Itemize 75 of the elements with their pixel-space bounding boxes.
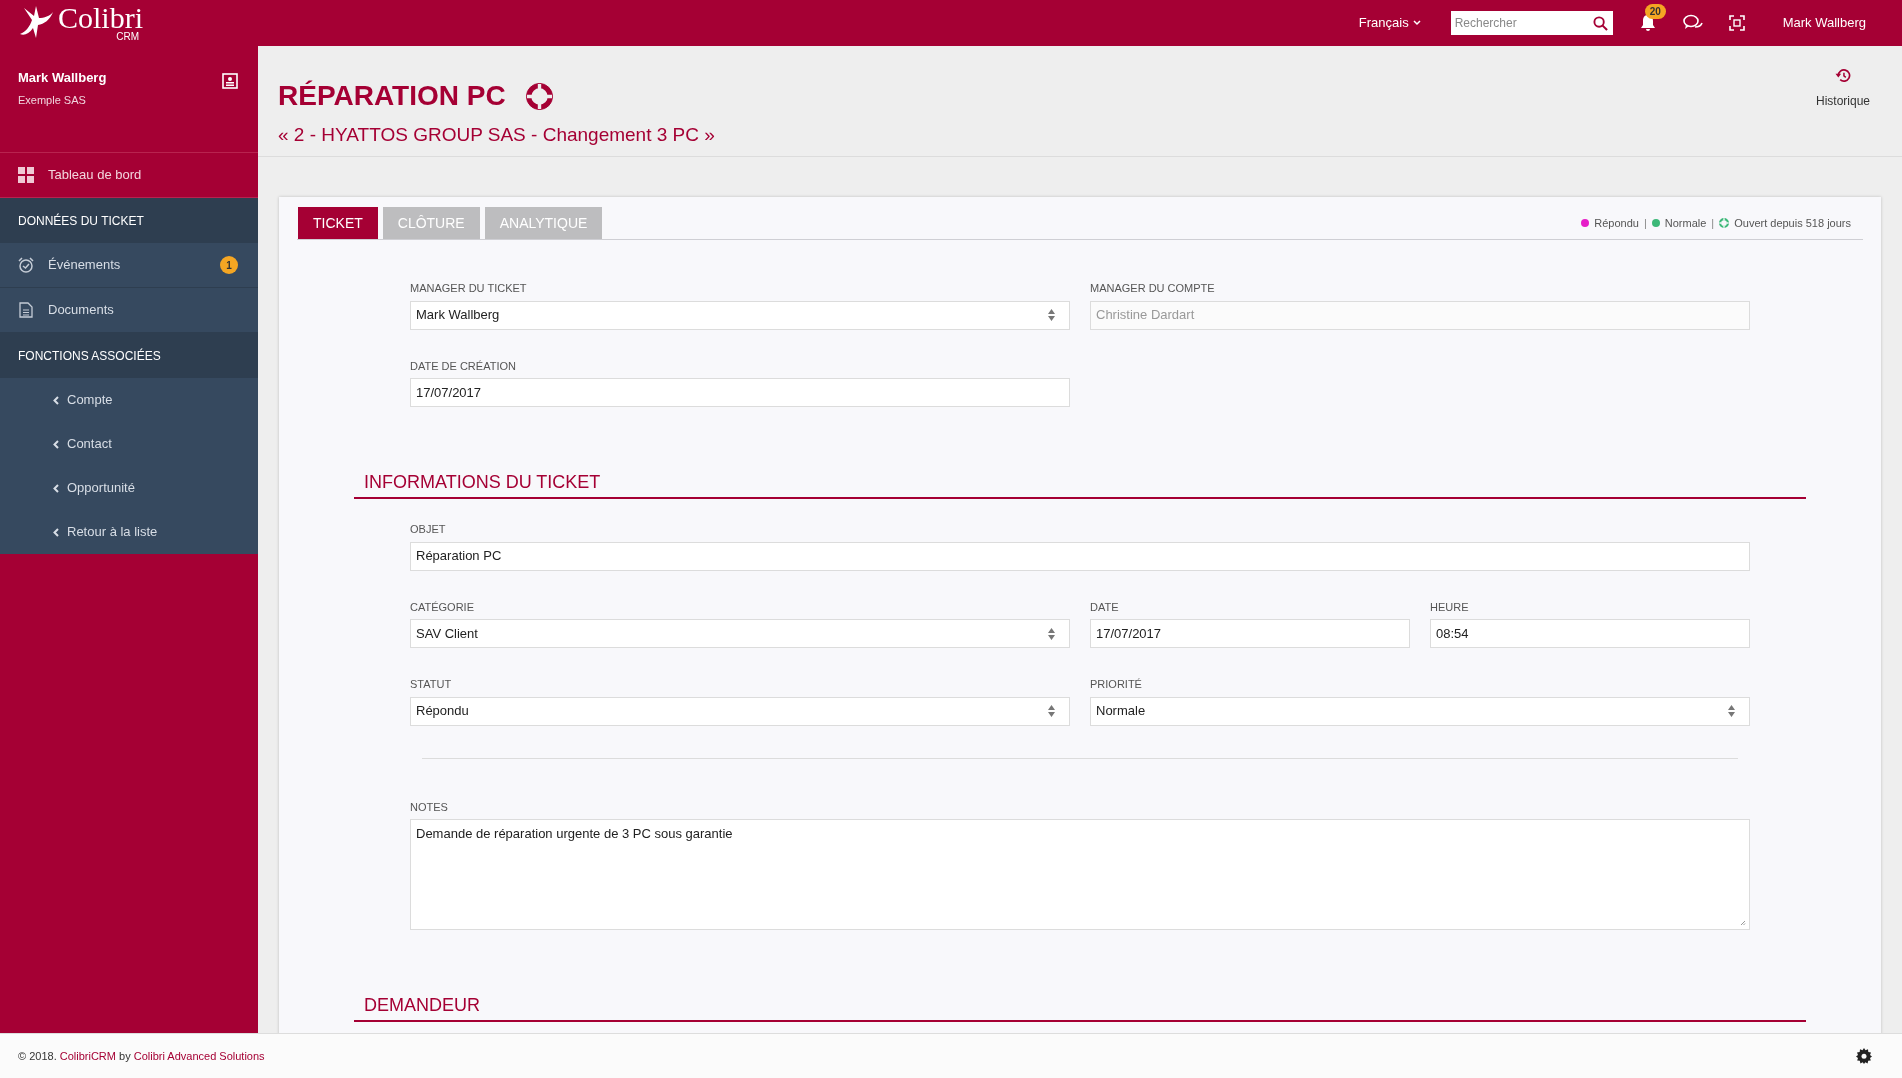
field-label: STATUT	[410, 677, 453, 692]
grid-icon	[18, 167, 34, 183]
section-title: INFORMATIONS DU TICKET	[364, 471, 602, 494]
field-label: MANAGER DU TICKET	[410, 281, 528, 296]
chat-button[interactable]	[1682, 14, 1703, 32]
fullscreen-button[interactable]	[1728, 15, 1745, 31]
language-dropdown[interactable]: Français	[1358, 13, 1421, 33]
search-icon	[1592, 16, 1608, 31]
section-title: DEMANDEUR	[364, 994, 481, 1017]
sidebar-link[interactable]: Opportunité	[0, 466, 258, 510]
input-field[interactable]: 17/07/2017	[1090, 619, 1410, 648]
count-badge: 1	[220, 256, 238, 274]
lifebuoy-icon	[525, 82, 553, 110]
status-label: Normale	[1664, 215, 1707, 231]
input-field[interactable]: 08:54	[1430, 619, 1750, 648]
page-title: RÉPARATION PC	[278, 80, 506, 112]
select-field[interactable]: Répondu	[410, 696, 1070, 726]
contact-card-button[interactable]	[222, 73, 238, 89]
field-label: DATE	[1090, 599, 1120, 615]
input-field[interactable]: Réparation PC	[410, 541, 1750, 571]
user-name: Mark Wallberg	[18, 69, 107, 87]
settings-button[interactable]	[1856, 1048, 1872, 1064]
notes-textarea[interactable]: Demande de réparation urgente de 3 PC sous garantie	[410, 819, 1750, 930]
field-label: PRIORITÉ	[1090, 677, 1143, 692]
field-label: DATE DE CRÉATION	[410, 358, 517, 374]
settings-icon	[1856, 1048, 1872, 1064]
chevron-left-icon	[53, 395, 59, 405]
status-label: Ouvert depuis 518 jours	[1734, 215, 1851, 231]
notification-badge: 20	[1644, 4, 1666, 19]
sort-arrows-icon	[1048, 309, 1055, 321]
select-field[interactable]: SAV Client	[410, 619, 1070, 648]
history-icon	[1835, 68, 1851, 83]
contact-card-icon	[222, 73, 238, 89]
history-button[interactable]: Historique	[1815, 46, 1870, 110]
sidebar-item[interactable]: Documents	[0, 288, 258, 333]
tab[interactable]: TICKET	[298, 207, 378, 239]
chat-bubbles-icon	[1682, 14, 1703, 32]
logo-subtitle: CRM	[116, 32, 140, 42]
sidebar-link[interactable]: Compte	[0, 378, 258, 422]
page-subtitle: « 2 - HYATTOS GROUP SAS - Changement 3 PC »	[278, 123, 715, 147]
sidebar-link[interactable]: Retour à la liste	[0, 510, 258, 554]
company-link[interactable]: Colibri Advanced Solutions	[133, 1049, 265, 1062]
chevron-left-icon	[53, 527, 59, 537]
select-field[interactable]: Normale	[1090, 696, 1750, 726]
status-label: Répondu	[1594, 215, 1639, 231]
user-menu[interactable]: Mark Wallberg	[1782, 13, 1866, 33]
company-name: Exemple SAS	[18, 92, 87, 108]
field-label: NOTES	[410, 799, 449, 815]
sort-arrows-icon	[1048, 705, 1055, 717]
document-icon	[18, 302, 34, 318]
sidebar-link[interactable]: Contact	[0, 422, 258, 466]
copyright-text: © 2018. ColibriCRM by Colibri Advanced Solutions	[18, 1048, 265, 1064]
sidebar-section-header: FONCTIONS ASSOCIÉES	[0, 333, 258, 378]
field-label: OBJET	[410, 522, 447, 537]
field-label: CATÉGORIE	[410, 599, 475, 615]
field-label: HEURE	[1430, 599, 1470, 615]
app-link[interactable]: ColibriCRM	[59, 1049, 116, 1062]
logo-name: Colibri	[58, 4, 143, 32]
alarm-clock-icon	[18, 257, 34, 273]
sidebar-section-header: DONNÉES DU TICKET	[0, 198, 258, 243]
sort-arrows-icon	[1048, 627, 1055, 640]
search-field[interactable]: Rechercher	[1450, 11, 1613, 35]
select-field[interactable]: Mark Wallberg	[410, 300, 1070, 330]
input-field[interactable]: 17/07/2017	[410, 378, 1070, 407]
fullscreen-icon	[1728, 15, 1745, 31]
chevron-left-icon	[53, 439, 59, 449]
lifebuoy-icon	[1719, 217, 1730, 228]
sidebar-item[interactable]: Événements 1	[0, 243, 258, 288]
separator: |	[1643, 215, 1647, 231]
field-label: MANAGER DU COMPTE	[1090, 281, 1216, 296]
resize-grip-icon	[1740, 920, 1746, 926]
sort-arrows-icon	[1728, 705, 1735, 717]
chevron-down-icon	[1412, 20, 1421, 26]
chevron-left-icon	[53, 483, 59, 493]
separator: |	[1711, 215, 1715, 231]
